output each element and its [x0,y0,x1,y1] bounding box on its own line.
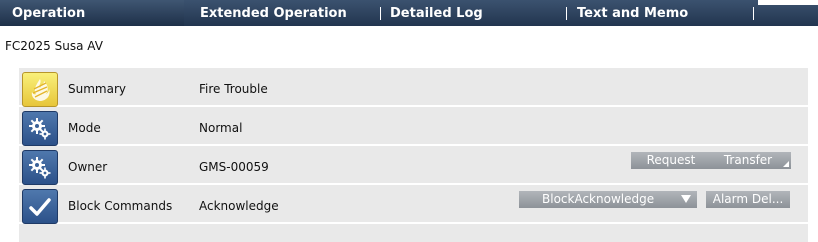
property-row-summary: Summary Fire Trouble [19,70,808,107]
tab-operation[interactable]: Operation [0,0,184,26]
gears-icon[interactable] [22,150,58,185]
tab-separator [380,7,381,20]
row-label: Mode [68,121,101,135]
property-panel: Summary Fire Trouble Mode Normal Owner G… [19,68,808,242]
property-row-mode: Mode Normal [19,109,808,146]
row-value: Fire Trouble [199,82,268,96]
row-label: Block Commands [68,199,173,213]
row-value: GMS-00059 [199,160,269,174]
row-label: Owner [68,160,108,174]
block-command-select-value: BlockAcknowledge [542,192,655,206]
request-button[interactable]: Request [631,152,711,169]
fire-icon [22,72,58,107]
tab-separator [566,7,567,20]
tab-text-and-memo[interactable]: Text and Memo [577,0,688,26]
row-label: Summary [68,82,126,96]
object-title: FC2025 Susa AV [5,39,103,53]
tab-bar: Operation Extended Operation Detailed Lo… [0,0,818,26]
checkmark-icon[interactable] [22,189,58,224]
alarm-delete-button[interactable]: Alarm Del... [706,191,790,208]
transfer-button[interactable]: Transfer [705,152,791,169]
row-value: Normal [199,121,243,135]
gears-icon[interactable] [22,111,58,146]
row-value: Acknowledge [199,199,279,213]
tab-extended-operation[interactable]: Extended Operation [200,0,347,26]
chevron-down-icon[interactable] [681,195,691,203]
tab-detailed-log[interactable]: Detailed Log [390,0,483,26]
tab-bar-notch [758,0,818,5]
tab-separator [753,7,754,20]
block-command-select[interactable]: BlockAcknowledge [519,191,697,208]
